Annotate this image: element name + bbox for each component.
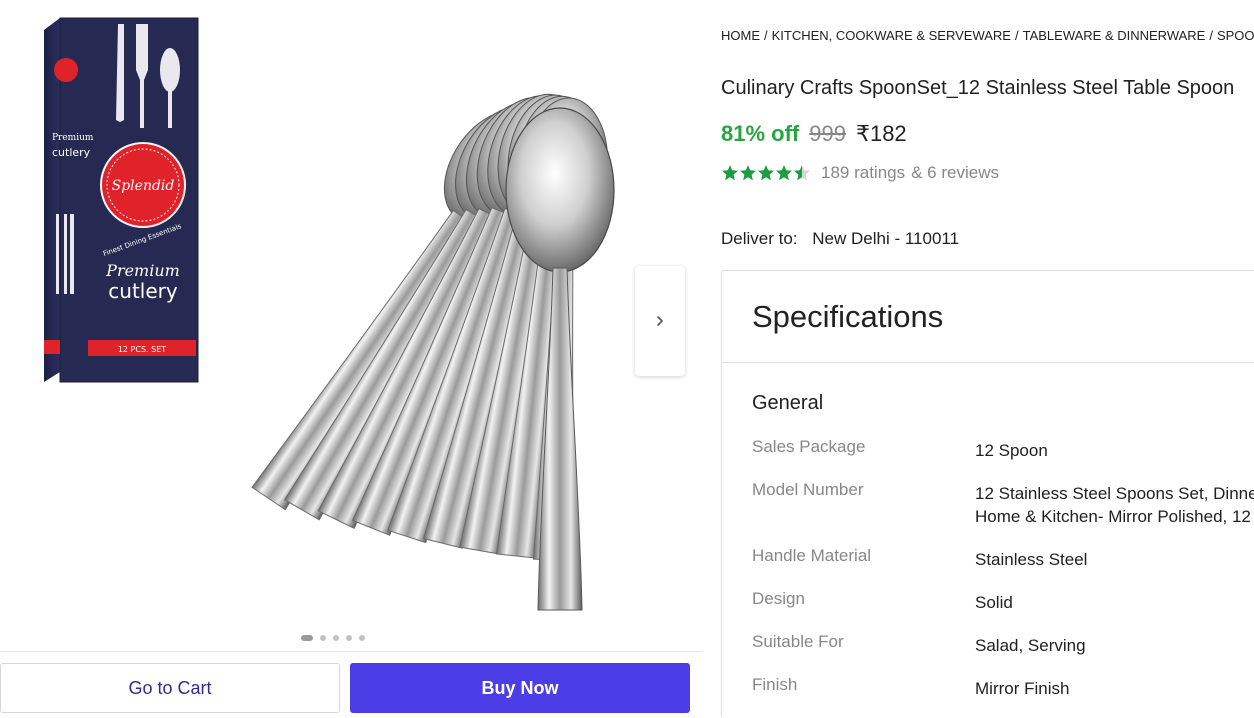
specifications-header[interactable]: Specifications xyxy=(722,271,1254,363)
next-image-button[interactable] xyxy=(635,266,685,376)
box-side-line2: cutlery xyxy=(52,146,91,159)
star-rating xyxy=(721,164,811,182)
discount-label: 81% off xyxy=(721,121,800,146)
carousel-dot[interactable] xyxy=(301,635,313,641)
box-pcs: 12 PCS. SET xyxy=(118,345,166,354)
original-price: 999 xyxy=(809,121,846,146)
spec-value: Salad, Serving xyxy=(975,636,1086,655)
spec-key: Design xyxy=(752,589,805,608)
star-icon xyxy=(776,165,792,181)
spec-value: 12 Spoon xyxy=(975,441,1048,460)
spec-value: Mirror Finish xyxy=(975,679,1070,698)
star-icon xyxy=(758,165,774,181)
box-side-line1: Premium xyxy=(52,133,94,143)
delivery-location[interactable]: Deliver to: New Delhi - 110011 xyxy=(721,229,959,249)
go-to-cart-button[interactable]: Go to Cart xyxy=(0,663,340,713)
selling-price: ₹182 xyxy=(855,121,907,146)
rating-row[interactable]: 189 ratings & 6 reviews xyxy=(721,163,999,183)
spec-key: Model Number xyxy=(752,480,864,499)
spec-key: Suitable For xyxy=(752,632,844,651)
price-row: 81% off 999 ₹182 xyxy=(721,121,907,147)
purchase-actions: Go to Cart Buy Now xyxy=(0,651,703,718)
cutlery-box: Splendid Finest Dining Essentials Premiu… xyxy=(44,17,199,383)
spec-value: Solid xyxy=(975,593,1013,612)
carousel-dot[interactable] xyxy=(359,635,365,641)
product-image[interactable]: Splendid Finest Dining Essentials Premiu… xyxy=(0,0,705,630)
specifications-card: Specifications General Sales Package 12 … xyxy=(721,270,1254,717)
chevron-right-icon xyxy=(657,316,663,326)
breadcrumb-kitchen[interactable]: KITCHEN, COOKWARE & SERVEWARE xyxy=(772,28,1011,43)
product-gallery: Splendid Finest Dining Essentials Premiu… xyxy=(0,0,705,717)
buy-now-button[interactable]: Buy Now xyxy=(350,663,690,713)
deliver-to-label: Deliver to: xyxy=(721,229,798,248)
breadcrumb-spoons[interactable]: SPOONS xyxy=(1217,28,1254,43)
spec-value: Stainless Steel xyxy=(975,550,1088,569)
reviews-count: & 6 reviews xyxy=(911,163,999,182)
star-icon xyxy=(740,165,756,181)
spec-key: Handle Material xyxy=(752,546,872,565)
star-icon xyxy=(722,165,738,181)
spec-value-line2: Home & Kitchen- Mirror Polished, 12 xyxy=(975,507,1251,526)
carousel-dot[interactable] xyxy=(320,635,326,641)
carousel-dot[interactable] xyxy=(333,635,339,641)
breadcrumb: HOME / KITCHEN, COOKWARE & SERVEWARE / TABLE… xyxy=(721,28,1254,43)
specifications-title: Specifications xyxy=(752,299,944,334)
spoon-fan xyxy=(251,93,615,611)
box-line1: Premium xyxy=(105,261,180,280)
delivery-pincode: New Delhi - 110011 xyxy=(812,229,960,248)
product-title: Culinary Crafts SpoonSet_12 Stainless St… xyxy=(721,77,1235,99)
box-line2: cutlery xyxy=(108,279,178,303)
image-carousel-dots xyxy=(301,635,365,641)
star-icon xyxy=(794,165,810,181)
ratings-count: 189 ratings xyxy=(821,163,906,182)
spec-group-title: General xyxy=(752,392,824,414)
spec-key: Sales Package xyxy=(752,437,866,456)
breadcrumb-home[interactable]: HOME xyxy=(721,28,760,43)
spec-value: 12 Stainless Steel Spoons Set, Dinner xyxy=(975,484,1254,503)
carousel-dot[interactable] xyxy=(346,635,352,641)
spec-key: Finish xyxy=(752,675,798,694)
box-brand: Splendid xyxy=(112,178,175,194)
product-details: HOME / KITCHEN, COOKWARE & SERVEWARE / TABLE… xyxy=(721,0,1254,717)
breadcrumb-tableware[interactable]: TABLEWARE & DINNERWARE xyxy=(1023,28,1206,43)
